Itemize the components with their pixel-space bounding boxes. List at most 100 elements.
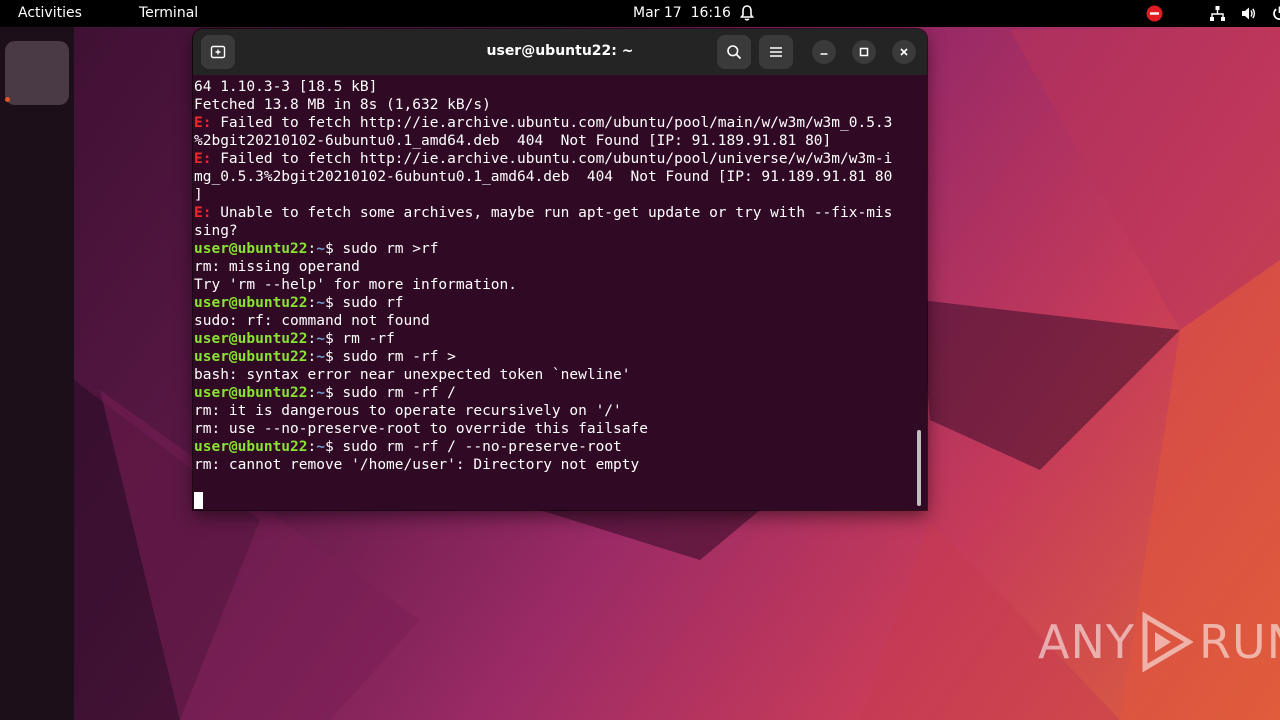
prompt-path: ~ (316, 349, 325, 365)
terminal-line: user@ubuntu22:~$ sudo rm -rf / --no-pres… (194, 438, 918, 456)
line-text: : (307, 385, 317, 401)
line-text: ] (194, 187, 203, 203)
line-text: $ sudo rm -rf / (324, 385, 456, 401)
error-marker: E: (194, 205, 212, 221)
line-text: bash: syntax error near unexpected token… (194, 367, 631, 383)
prompt-path: ~ (316, 241, 325, 257)
terminal-line: Try 'rm --help' for more information. (194, 276, 918, 294)
line-text: : (307, 295, 317, 311)
terminal-line: rm: cannot remove '/home/user': Director… (194, 456, 918, 474)
line-text: Failed to fetch http://ie.archive.ubuntu… (211, 115, 893, 131)
line-text: %2bgit20210102-6ubuntu0.1_amd64.deb 404 … (194, 133, 832, 149)
dock-terminal-app[interactable] (5, 41, 69, 105)
terminal-headerbar[interactable]: user@ubuntu22: ~ (193, 29, 927, 75)
maximize-button[interactable] (852, 40, 876, 64)
prompt-user: user@ubuntu22 (194, 331, 308, 347)
line-text: 64 1.10.3-3 [18.5 kB] (194, 79, 378, 95)
terminal-line: user@ubuntu22:~$ sudo rm >rf (194, 240, 918, 258)
play-logo-icon (1142, 612, 1193, 672)
terminal-output[interactable]: 64 1.10.3-3 [18.5 kB] Fetched 13.8 MB in … (193, 75, 927, 510)
clock-date: Mar 17 (633, 5, 682, 21)
line-text: sing? (194, 223, 238, 239)
terminal-line: E: Unable to fetch some archives, maybe … (194, 204, 918, 222)
top-bar: Activities Terminal Mar 17 16:16 (0, 0, 1280, 27)
line-text: : (307, 349, 317, 365)
minimize-icon (820, 53, 828, 55)
line-text: Failed to fetch http://ie.archive.ubuntu… (211, 151, 893, 167)
terminal-line: E: Failed to fetch http://ie.archive.ubu… (194, 150, 918, 168)
line-text: rm: it is dangerous to operate recursive… (194, 403, 622, 419)
line-text: $ rm -rf (324, 331, 395, 347)
line-text: $ sudo rm -rf > (324, 349, 456, 365)
minimize-button[interactable] (812, 40, 836, 64)
watermark-left: ANY (1038, 615, 1135, 669)
prompt-path: ~ (316, 385, 325, 401)
close-button[interactable] (892, 40, 916, 64)
terminal-line: user@ubuntu22:~$ rm -rf (194, 330, 918, 348)
network-icon[interactable] (1209, 5, 1226, 22)
terminal-line: Fetched 13.8 MB in 8s (1,632 kB/s) (194, 96, 918, 114)
watermark-right: RUN (1198, 615, 1280, 669)
terminal-line: %2bgit20210102-6ubuntu0.1_amd64.deb 404 … (194, 132, 918, 150)
line-text: Fetched 13.8 MB in 8s (1,632 kB/s) (194, 97, 491, 113)
line-text: : (307, 439, 317, 455)
terminal-lines: 64 1.10.3-3 [18.5 kB] Fetched 13.8 MB in … (194, 78, 918, 492)
prompt-user: user@ubuntu22 (194, 241, 308, 257)
error-marker: E: (194, 151, 212, 167)
terminal-line: mg_0.5.3%2bgit20210102-6ubuntu0.1_amd64.… (194, 168, 918, 186)
terminal-line: user@ubuntu22:~$ sudo rf (194, 294, 918, 312)
terminal-line: rm: it is dangerous to operate recursive… (194, 402, 918, 420)
prompt-user: user@ubuntu22 (194, 295, 308, 311)
menu-button[interactable] (759, 35, 793, 69)
terminal-window[interactable]: user@ubuntu22: ~ 64 1.10.3-3 [18.5 kB] Fe… (193, 29, 927, 510)
search-button[interactable] (717, 35, 751, 69)
terminal-line: user@ubuntu22:~$ sudo rm -rf > (194, 348, 918, 366)
search-icon (727, 45, 742, 60)
line-text: rm: cannot remove '/home/user': Director… (194, 457, 640, 473)
prompt-path: ~ (316, 439, 325, 455)
terminal-line: bash: syntax error near unexpected token… (194, 366, 918, 384)
app-menu[interactable]: Terminal (139, 5, 198, 21)
terminal-line: rm: use --no-preserve-root to override t… (194, 420, 918, 438)
line-text: rm: use --no-preserve-root to override t… (194, 421, 648, 437)
line-text: Try 'rm --help' for more information. (194, 277, 518, 293)
prompt-user: user@ubuntu22 (194, 439, 308, 455)
text-cursor (194, 492, 203, 509)
terminal-line: 64 1.10.3-3 [18.5 kB] (194, 78, 918, 96)
terminal-line: E: Failed to fetch http://ie.archive.ubu… (194, 114, 918, 132)
clock-time: 16:16 (690, 5, 731, 21)
line-text: rm: missing operand (194, 259, 360, 275)
hamburger-menu-icon (770, 47, 782, 57)
do-not-disturb-icon[interactable] (1146, 5, 1163, 22)
error-marker: E: (194, 115, 212, 131)
anyrun-watermark: ANY RUN (1038, 612, 1280, 672)
clock[interactable]: Mar 17 16:16 (633, 5, 731, 21)
maximize-icon (859, 47, 869, 57)
prompt-user: user@ubuntu22 (194, 349, 308, 365)
line-text: : (307, 241, 317, 257)
prompt-user: user@ubuntu22 (194, 385, 308, 401)
terminal-line: sudo: rf: command not found (194, 312, 918, 330)
line-text: mg_0.5.3%2bgit20210102-6ubuntu0.1_amd64.… (194, 169, 893, 185)
terminal-line: user@ubuntu22:~$ sudo rm -rf / (194, 384, 918, 402)
line-text: Unable to fetch some archives, maybe run… (211, 205, 893, 221)
line-text: $ sudo rm -rf / --no-preserve-root (324, 439, 622, 455)
volume-icon[interactable] (1240, 5, 1257, 22)
terminal-line: ] (194, 186, 918, 204)
line-text: $ sudo rm >rf (324, 241, 439, 257)
scrollbar[interactable] (917, 430, 921, 506)
terminal-line: rm: missing operand (194, 258, 918, 276)
dock (0, 27, 74, 720)
terminal-line: sing? (194, 222, 918, 240)
close-icon (900, 48, 908, 56)
power-icon[interactable] (1271, 5, 1280, 22)
system-tray[interactable] (1146, 4, 1280, 22)
prompt-path: ~ (316, 295, 325, 311)
prompt-path: ~ (316, 331, 325, 347)
activities-button[interactable]: Activities (18, 5, 82, 21)
line-text: $ sudo rf (324, 295, 404, 311)
notification-bell-icon[interactable] (738, 4, 756, 22)
line-text: : (307, 331, 317, 347)
running-indicator (5, 97, 10, 102)
